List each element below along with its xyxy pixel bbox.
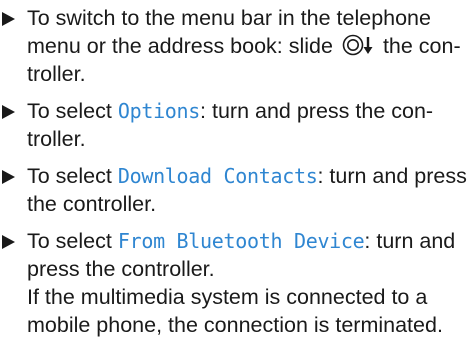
bullet-arrow-icon [2,105,15,119]
instruction-step: To select Options: turn and press the co… [0,97,472,153]
step-result-note: If the multimedia system is connected to… [27,285,443,337]
menu-item-from-bluetooth-device: From Bluetooth Device [117,229,365,253]
instruction-step: To select From Bluetooth Device: turn an… [0,227,472,339]
instruction-step: To select Download Contacts: turn and pr… [0,162,472,218]
controller-slide-down-icon [342,34,376,56]
step-text: To select [27,229,112,253]
step-text: To select [27,99,112,123]
step-text: To select [27,164,112,188]
bullet-arrow-icon [2,170,15,184]
bullet-arrow-icon [2,235,15,249]
menu-item-download-contacts: Download Contacts [117,164,318,188]
menu-item-options: Options [117,99,201,123]
bullet-arrow-icon [2,12,15,26]
instruction-list: To switch to the menu bar in the telepho… [0,4,472,348]
instruction-step: To switch to the menu bar in the telepho… [0,4,472,88]
